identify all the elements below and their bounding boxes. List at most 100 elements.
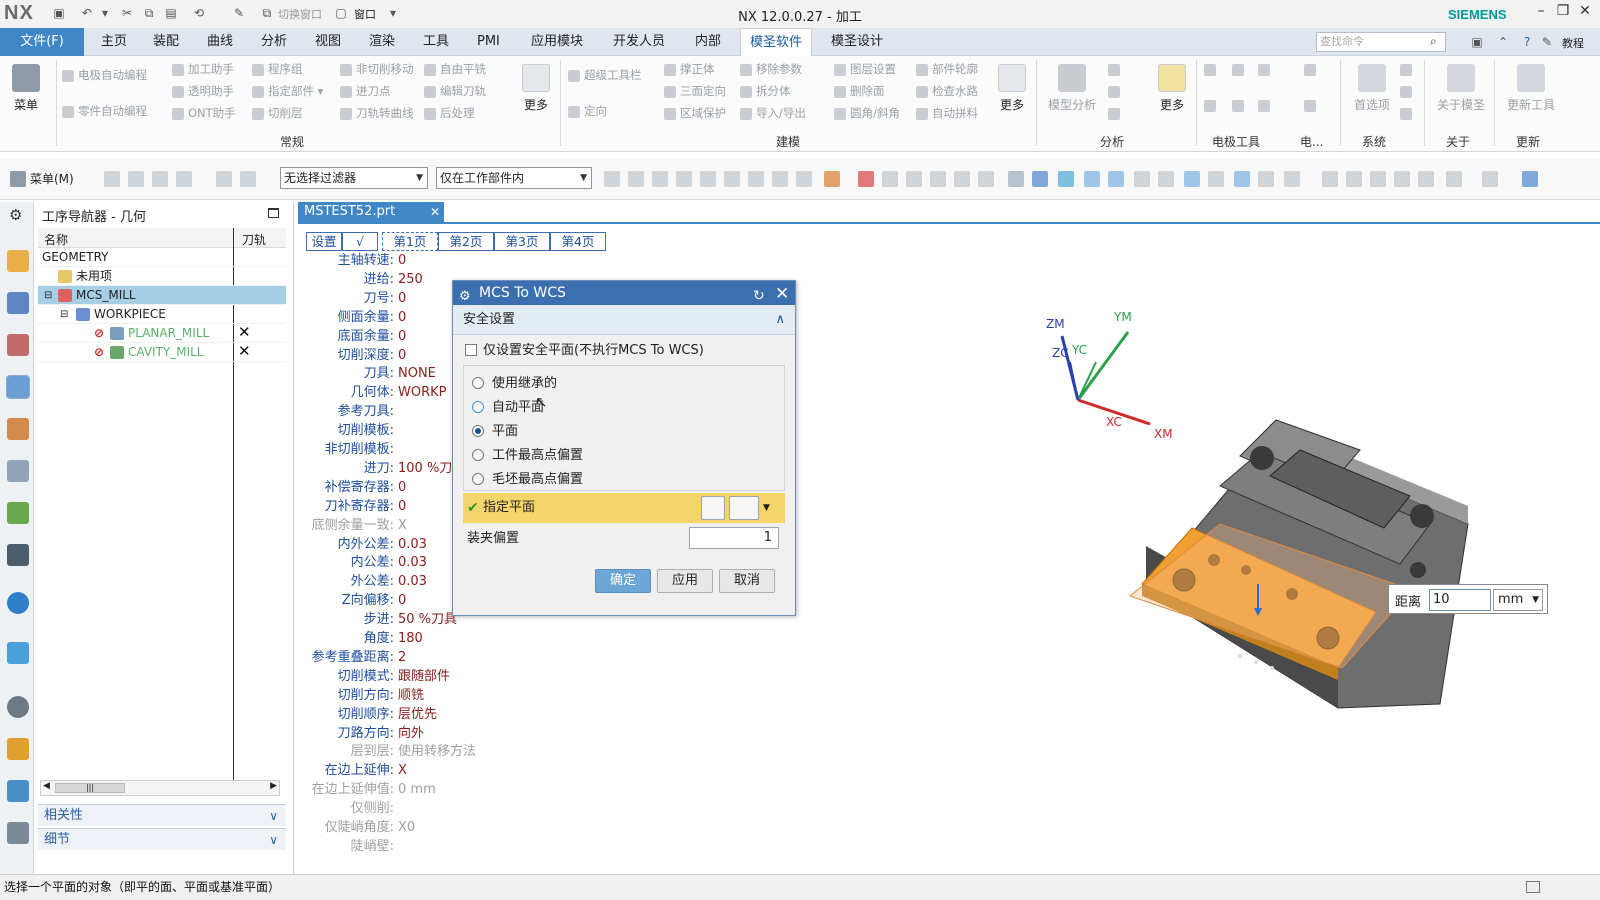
tutorial-label[interactable]: 教程 [1562, 35, 1584, 51]
view-tool-icon[interactable] [1418, 171, 1434, 187]
view-tool-icon[interactable] [1322, 171, 1338, 187]
parameter-value[interactable]: 0.03 [398, 536, 427, 554]
view-tool-icon[interactable] [1482, 171, 1498, 187]
electrode-tool-4[interactable] [1232, 96, 1248, 114]
fillet-chamfer[interactable]: 圆角/斜角 [834, 104, 900, 122]
view-tool-icon[interactable] [1370, 171, 1386, 187]
super-toolbar[interactable]: 超级工具栏 [568, 66, 642, 84]
snap-icon[interactable] [1258, 171, 1274, 187]
menu-assembly[interactable]: 装配 [144, 28, 188, 56]
snap-icon[interactable] [954, 171, 970, 187]
checkbox[interactable] [465, 344, 477, 356]
snap-icon[interactable] [1184, 171, 1200, 187]
electrode-tool-3[interactable] [1232, 60, 1248, 78]
snap-icon[interactable] [1284, 171, 1300, 187]
check-waterway[interactable]: 检查水路 [916, 82, 978, 100]
snap-icon[interactable] [824, 171, 840, 187]
dialog-title-bar[interactable]: ⚙ MCS To WCS ↻ ✕ [453, 281, 795, 305]
command-search-input[interactable]: 查找命令 [1316, 32, 1446, 52]
details-panel[interactable]: 细节 ∨ [38, 828, 286, 850]
fullscreen-icon[interactable] [1526, 881, 1540, 893]
orient[interactable]: 定向 [568, 102, 607, 120]
electrode-short-tool-2[interactable] [1304, 96, 1320, 114]
menu-dropdown[interactable]: 菜单(M) [30, 170, 74, 187]
transparent-assistant[interactable]: 透明助手 [172, 82, 234, 100]
parameter-value[interactable]: 0 [398, 328, 406, 346]
document-tab[interactable]: MSTEST52.prt ✕ [298, 202, 444, 222]
parameter-value[interactable]: X [398, 517, 407, 535]
snap-icon[interactable] [1208, 171, 1224, 187]
reuse-library-icon[interactable] [7, 460, 29, 482]
scope-select[interactable]: 仅在工作部件内 ▼ [436, 167, 592, 189]
parameter-value[interactable]: 跟随部件 [398, 668, 450, 686]
relevance-panel[interactable]: 相关性 ∨ [38, 804, 286, 826]
parameter-value[interactable]: 0 [398, 252, 406, 270]
electrode-short-tool[interactable] [1304, 60, 1320, 78]
snap-icon[interactable] [978, 171, 994, 187]
snap-icon[interactable] [1032, 171, 1048, 187]
radio-plane[interactable]: 平面 [472, 424, 518, 440]
tutorial-icon[interactable]: ✎ [1538, 34, 1556, 50]
parameter-value[interactable]: 层优先 [398, 706, 437, 724]
model-analysis-button[interactable]: 模型分析 [1044, 62, 1100, 124]
toolpath-to-curve[interactable]: 刀轨转曲线 [340, 104, 414, 122]
radio-inherit[interactable]: 使用继承的 [472, 376, 557, 392]
update-tool-button[interactable]: 更新工具 [1502, 62, 1560, 124]
cancel-button[interactable]: 取消 [719, 569, 775, 593]
delete-face[interactable]: 删除面 [834, 82, 885, 100]
program-group[interactable]: 程序组 [252, 60, 303, 78]
operation-navigator-icon[interactable] [6, 375, 30, 399]
parameter-value[interactable]: WORKP [398, 384, 446, 402]
parameter-value[interactable]: 0 [398, 498, 406, 516]
assembly-navigator-icon[interactable] [7, 250, 29, 272]
parameter-value[interactable]: 180 [398, 630, 423, 648]
region-protect[interactable]: 区域保护 [664, 104, 726, 122]
part-auto-program[interactable]: 零件自动编程 [62, 102, 147, 120]
menu-developer[interactable]: 开发人员 [604, 28, 674, 56]
menu-pmi[interactable]: PMI [468, 28, 509, 56]
selection-tool-icon[interactable] [128, 171, 144, 187]
tab-page-2[interactable]: 第2页 [438, 232, 494, 251]
tree-row-mcs-mill[interactable]: ⊟ MCS_MILL [38, 286, 286, 305]
part-outline[interactable]: 部件轮廓 [916, 60, 978, 78]
snap-icon[interactable] [676, 171, 692, 187]
radio-blank-top-offset[interactable]: 毛坯最高点偏置 [472, 472, 583, 488]
scroll-right-icon[interactable]: ▶ [270, 781, 277, 791]
radio-button[interactable] [472, 425, 484, 437]
auto-stock[interactable]: 自动拼料 [916, 104, 978, 122]
snap-icon[interactable] [906, 171, 922, 187]
parameter-value[interactable]: 2 [398, 649, 406, 667]
tree-row-planar-mill[interactable]: ⊘ PLANAR_MILL ✕ [38, 323, 286, 343]
view-tool-icon[interactable] [1394, 171, 1410, 187]
role-icon[interactable] [7, 780, 29, 802]
radio-button[interactable] [472, 473, 484, 485]
parameter-value[interactable]: 250 [398, 271, 423, 289]
snap-icon[interactable] [748, 171, 764, 187]
electrode-tool-6[interactable] [1258, 96, 1274, 114]
parameter-value[interactable]: 使用转移方法 [398, 743, 476, 761]
view-tool-icon[interactable] [1522, 171, 1538, 187]
selection-tool-icon[interactable] [152, 171, 168, 187]
tree-row-unused[interactable]: 未用项 [38, 267, 286, 286]
parameter-value[interactable]: 50 %刀具 [398, 611, 457, 629]
scrollbar-thumb[interactable]: ||| [55, 783, 125, 793]
specify-part[interactable]: 指定部件 ▾ [252, 82, 323, 100]
close-window-button[interactable]: ✕ [1574, 3, 1596, 23]
more-modeling-button[interactable]: 更多 [990, 62, 1034, 124]
import-export[interactable]: 导入/导出 [740, 104, 806, 122]
analysis-tool-1[interactable] [1108, 60, 1124, 78]
system-tool-2[interactable] [1400, 82, 1416, 100]
menu-big-button[interactable]: 菜单 [4, 62, 48, 124]
selection-tool-icon[interactable] [176, 171, 192, 187]
close-icon[interactable]: ✕ [775, 282, 789, 306]
snap-icon[interactable] [1108, 171, 1124, 187]
machining-assistant[interactable]: 加工助手 [172, 60, 234, 78]
snap-icon[interactable] [772, 171, 788, 187]
part-navigator-icon[interactable] [7, 334, 29, 356]
parameter-value[interactable]: 0 [398, 479, 406, 497]
hd3d-tools-icon[interactable] [7, 502, 29, 524]
collapse-icon[interactable]: ⊟ [44, 286, 52, 305]
snap-icon[interactable] [1134, 171, 1150, 187]
more-general-button[interactable]: 更多 [514, 62, 558, 124]
free-face-mill[interactable]: 自由平铣 [424, 60, 486, 78]
